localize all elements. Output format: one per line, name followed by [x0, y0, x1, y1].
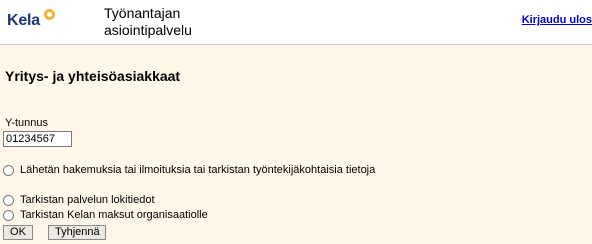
- clear-button[interactable]: Tyhjennä: [48, 225, 106, 240]
- option-radio-log[interactable]: [3, 194, 14, 206]
- header-bar: Kela Työnantajan asiointipalvelu Kirjaud…: [0, 0, 592, 44]
- option-radio-applications[interactable]: [3, 164, 14, 176]
- logout-link[interactable]: Kirjaudu ulos: [522, 14, 592, 26]
- option-row-payments[interactable]: Tarkistan Kelan maksut organisaatiolle: [3, 208, 208, 222]
- header-divider: [0, 44, 592, 45]
- option-radio-payments[interactable]: [3, 209, 14, 221]
- ytunnus-label: Y-tunnus: [5, 117, 49, 129]
- option-row-log[interactable]: Tarkistan palvelun lokitiedot: [3, 193, 155, 207]
- option-label-applications[interactable]: Lähetän hakemuksia tai ilmoituksia tai t…: [20, 164, 375, 176]
- logo-dot-icon: [44, 9, 55, 20]
- ytunnus-input[interactable]: [3, 131, 72, 147]
- option-label-payments[interactable]: Tarkistan Kelan maksut organisaatiolle: [20, 209, 208, 221]
- page-title: Yritys- ja yhteisöasiakkaat: [5, 68, 181, 84]
- ok-button[interactable]: OK: [3, 225, 33, 240]
- service-name-line2: asiointipalvelu: [104, 22, 192, 38]
- option-label-log[interactable]: Tarkistan palvelun lokitiedot: [20, 194, 155, 206]
- option-row-applications[interactable]: Lähetän hakemuksia tai ilmoituksia tai t…: [3, 163, 375, 177]
- kela-logo: Kela: [4, 8, 60, 38]
- service-name: Työnantajan asiointipalvelu: [104, 5, 274, 39]
- kela-logo-text: Kela: [7, 12, 40, 29]
- service-name-line1: Työnantajan: [104, 5, 181, 21]
